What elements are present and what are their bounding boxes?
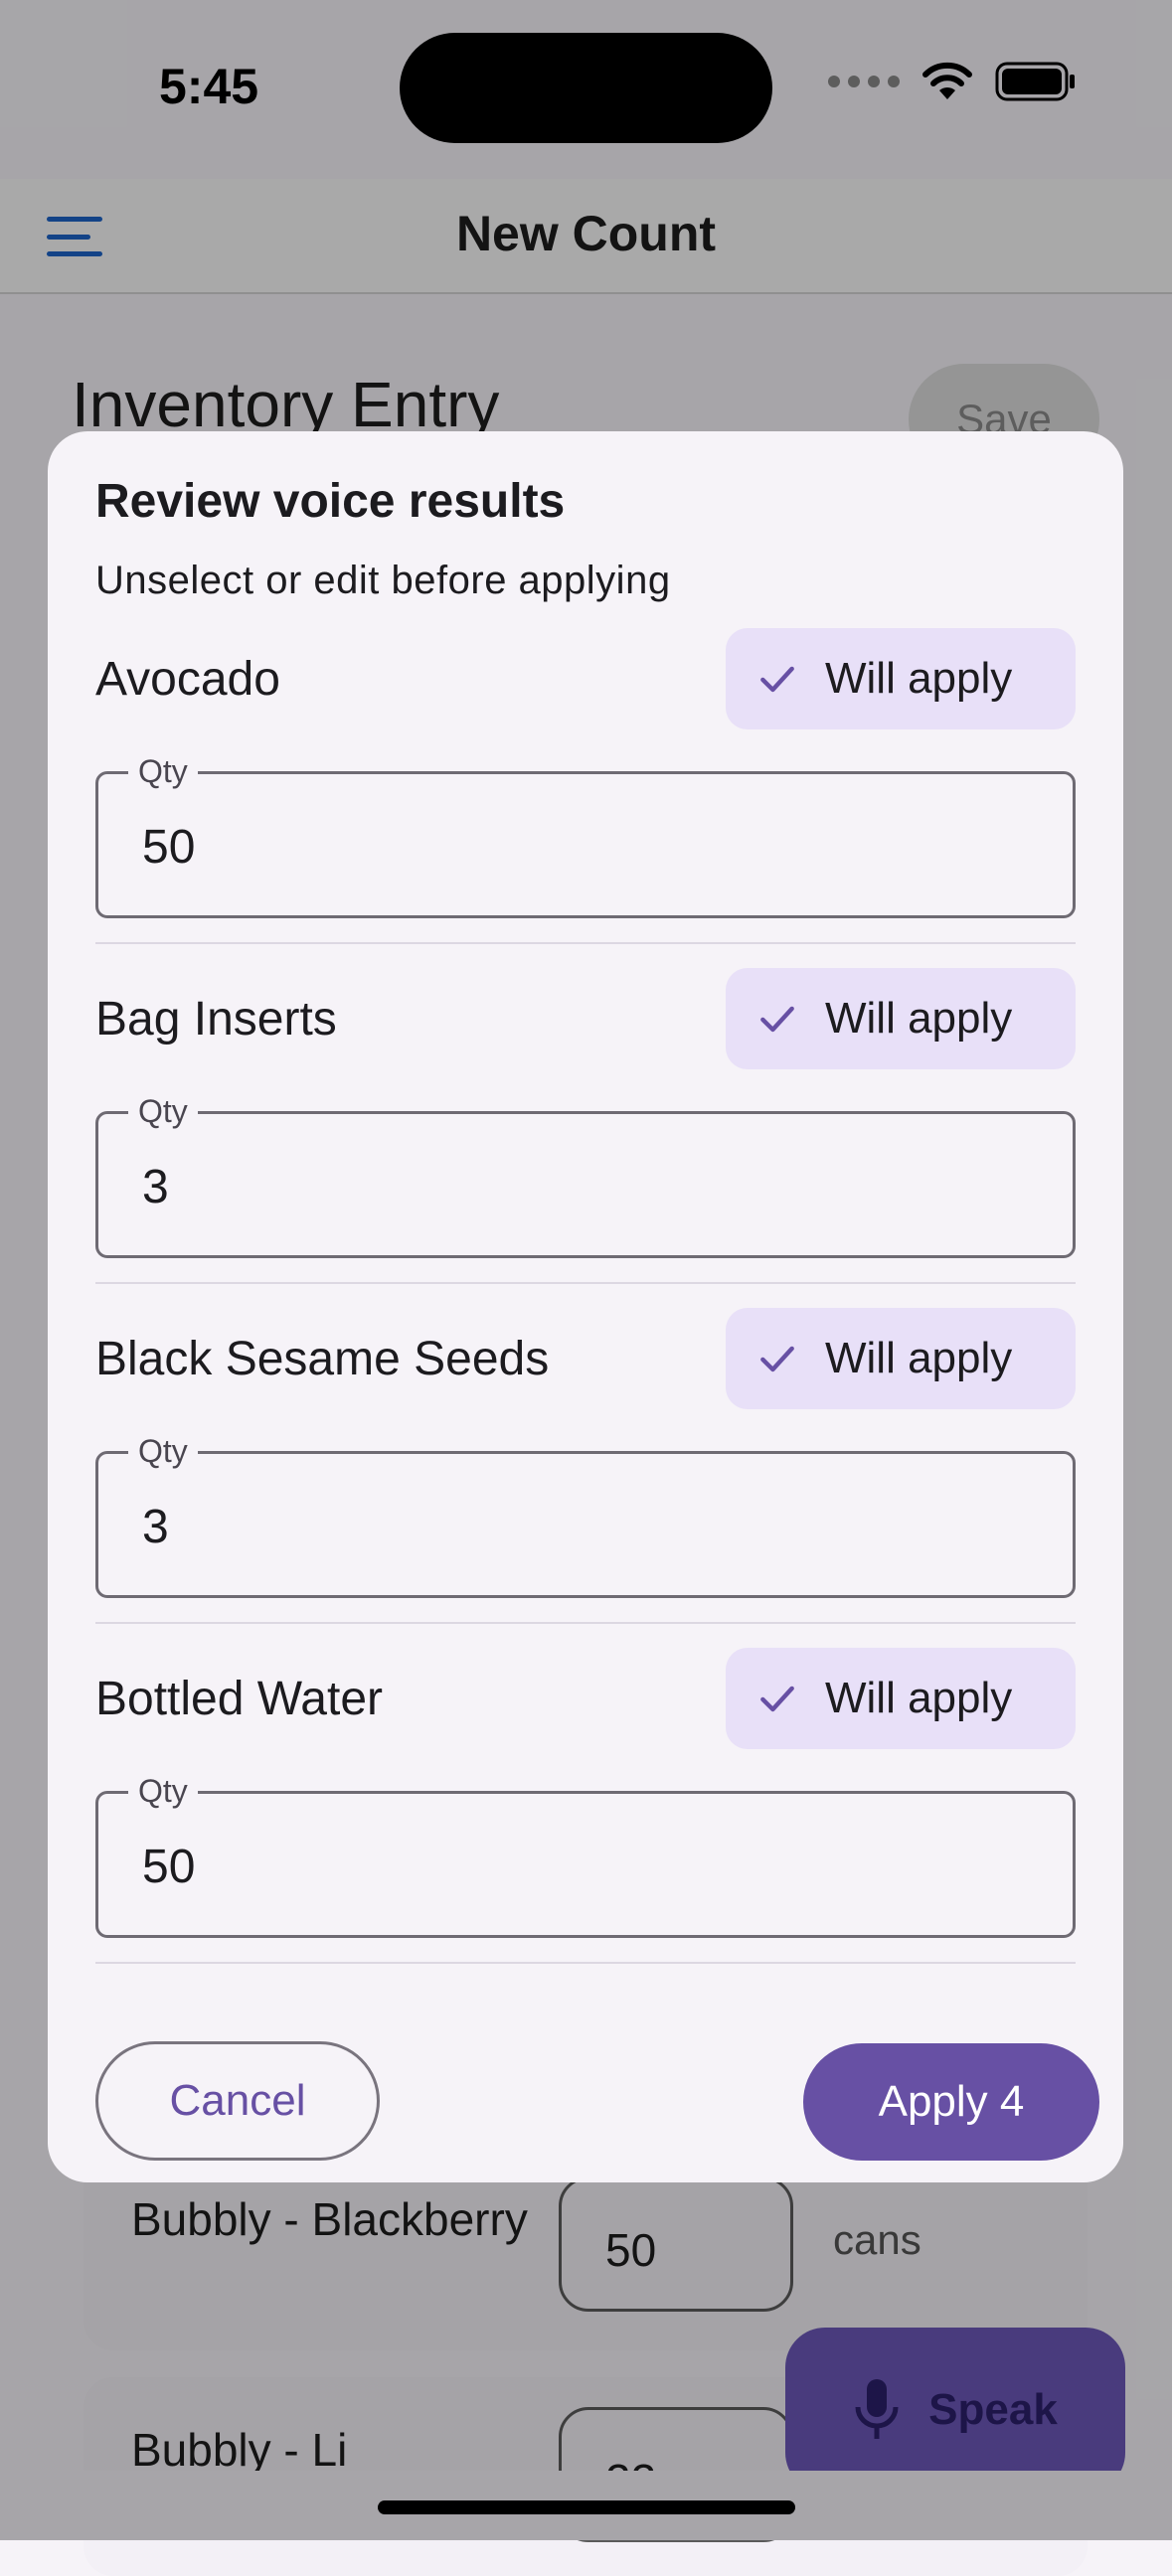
qty-input[interactable] (142, 1500, 997, 1554)
cancel-button[interactable]: Cancel (95, 2041, 380, 2161)
check-icon (760, 1686, 794, 1712)
voice-result-item: Black Sesame Seeds Will apply Qty (95, 1308, 1076, 1624)
dialog-subtitle: Unselect or edit before applying (95, 559, 671, 602)
review-dialog: Review voice results Unselect or edit be… (48, 431, 1123, 2182)
qty-input[interactable] (142, 1160, 997, 1214)
qty-label: Qty (128, 1092, 198, 1130)
chip-label: Will apply (825, 1674, 1013, 1722)
voice-result-item: Bottled Water Will apply Qty (95, 1648, 1076, 1964)
voice-result-item: Avocado Will apply Qty (95, 628, 1076, 944)
item-name: Black Sesame Seeds (95, 1332, 550, 1385)
qty-label: Qty (128, 752, 198, 790)
qty-input[interactable] (142, 820, 997, 875)
qty-field: Qty (95, 1092, 1076, 1258)
chip-label: Will apply (825, 994, 1013, 1043)
check-icon (760, 666, 794, 693)
will-apply-chip[interactable]: Will apply (726, 628, 1076, 729)
qty-label: Qty (128, 1772, 198, 1810)
will-apply-chip[interactable]: Will apply (726, 1648, 1076, 1749)
check-icon (760, 1006, 794, 1033)
qty-field: Qty (95, 752, 1076, 918)
will-apply-chip[interactable]: Will apply (726, 968, 1076, 1069)
item-name: Bag Inserts (95, 992, 337, 1046)
qty-field: Qty (95, 1432, 1076, 1598)
will-apply-chip[interactable]: Will apply (726, 1308, 1076, 1409)
dialog-title: Review voice results (95, 475, 566, 528)
dialog-actions: Cancel Apply 4 (95, 2041, 1099, 2161)
chip-label: Will apply (825, 654, 1013, 703)
chip-label: Will apply (825, 1334, 1013, 1382)
item-name: Bottled Water (95, 1672, 384, 1725)
qty-input[interactable] (142, 1840, 997, 1894)
voice-result-item: Bag Inserts Will apply Qty (95, 968, 1076, 1284)
qty-label: Qty (128, 1432, 198, 1470)
check-icon (760, 1346, 794, 1372)
apply-button[interactable]: Apply 4 (803, 2043, 1099, 2161)
qty-field: Qty (95, 1772, 1076, 1938)
item-name: Avocado (95, 652, 280, 706)
